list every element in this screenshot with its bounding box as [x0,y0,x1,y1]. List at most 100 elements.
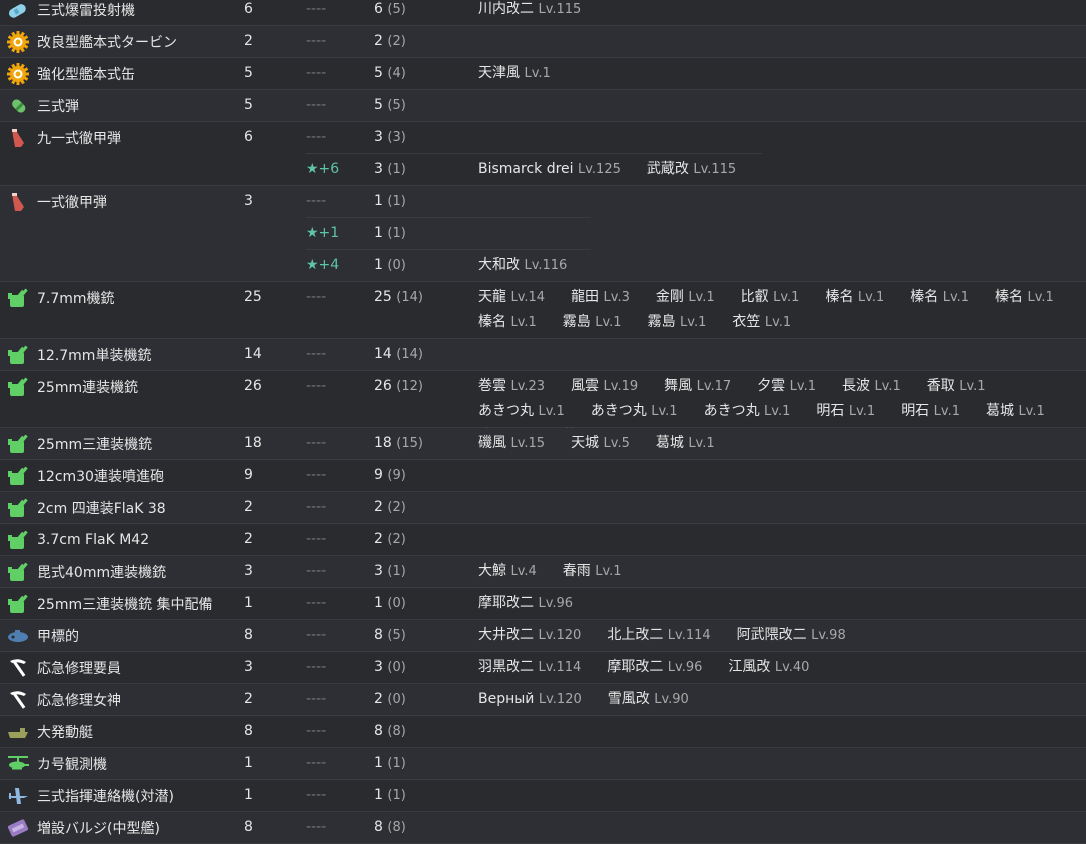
ship-name: 大和改 [478,257,520,273]
equipment-total: 1 [244,595,253,611]
equipment-total: 26 [244,378,262,394]
ship-level: Lv.114 [667,628,711,643]
ship-entry[interactable]: 比叡 Lv.1 [741,288,800,307]
equipment-row[interactable]: 25mm連装機銃 26 ---- 26 (12) 巻雲 Lv.23 風雲 Lv.19 舞風 … [0,371,1086,444]
ship-entry[interactable]: 葛城 Lv.1 [656,434,715,453]
equipment-name: 応急修理要員 [6,652,121,683]
count-total: 1 [374,225,383,241]
improvement-row: ---- 5 (4) 天津風 Lv.1 [306,58,1086,89]
ship-entry[interactable]: 香取 Lv.1 [927,377,986,396]
ship-entry[interactable]: 衣笠 Lv.1 [732,313,791,332]
ship-entry[interactable]: 摩耶改二 Lv.96 [478,594,573,613]
ship-entry[interactable]: 榛名 Lv.1 [995,288,1054,307]
improvement-rows: ---- 26 (12) 巻雲 Lv.23 風雲 Lv.19 舞風 Lv.17 夕雲 Lv… [0,371,1086,444]
ship-entry[interactable]: 明石 Lv.1 [901,402,960,421]
ship-entry[interactable]: 榛名 Lv.1 [825,288,884,307]
ship-entry[interactable]: あきつ丸 Lv.1 [591,402,678,421]
ship-entry[interactable]: 天龍 Lv.14 [478,288,545,307]
ship-entry[interactable]: 春雨 Lv.1 [563,562,622,581]
aa-gun-icon [6,560,37,584]
ship-level: Lv.125 [578,162,621,177]
improvement-rows: ---- 8 (5) 大井改二 Lv.120 北上改二 Lv.114 阿武隈改二 Lv.… [0,620,1086,651]
equipment-row[interactable]: 毘式40mm連装機銃 3 ---- 3 (1) 大鯨 Lv.4 春雨 Lv.1 [0,556,1086,588]
ship-entry[interactable]: 霧島 Lv.1 [648,313,707,332]
ship-entry[interactable]: 大鯨 Lv.4 [478,562,537,581]
equipment-name-label: 三式爆雷投射機 [37,2,135,19]
equipment-row[interactable]: 三式爆雷投射機 6 ---- 6 (5) 川内改二 Lv.115 [0,0,1086,26]
equipment-count: 2 (2) [374,524,406,555]
improvement-row: ---- 6 (5) 川内改二 Lv.115 [306,0,1086,25]
equipment-row[interactable]: 12.7mm単装機銃 14 ---- 14 (14) [0,339,1086,371]
ship-entry[interactable]: 夕雲 Lv.1 [757,377,816,396]
ship-entry[interactable]: 大井改二 Lv.120 [478,626,581,645]
ship-level: Lv.1 [524,66,551,81]
ship-entry[interactable]: 榛名 Lv.1 [910,288,969,307]
ship-entry[interactable]: 摩耶改二 Lv.96 [607,658,702,677]
ship-entry[interactable]: 霧島 Lv.1 [563,313,622,332]
ship-entry[interactable]: 金剛 Lv.1 [656,288,715,307]
count-total: 3 [374,659,383,675]
ship-entry[interactable]: 天津風 Lv.1 [478,64,551,83]
equipment-count: 26 (12) [374,371,423,402]
equipment-row[interactable]: カ号観測機 1 ---- 1 (1) [0,748,1086,780]
equipment-total: 6 [244,129,253,145]
equipment-table: 三式爆雷投射機 6 ---- 6 (5) 川内改二 Lv.115 改良型艦本式タービン 2-… [0,0,1086,844]
equipment-row[interactable]: 応急修理女神 2 ---- 2 (0) Верный Lv.120 雪風改 Lv.90 [0,684,1086,716]
improvement-rows: ---- 2 (0) Верный Lv.120 雪風改 Lv.90 [0,684,1086,715]
ship-entry[interactable]: 舞風 Lv.17 [664,377,731,396]
improvement-row: ---- 1 (1) [306,748,1086,779]
equipment-row[interactable]: 大発動艇 8 ---- 8 (8) [0,716,1086,748]
ship-entry[interactable]: 北上改二 Lv.114 [607,626,710,645]
ship-entry[interactable]: 江風改 Lv.40 [728,658,809,677]
ship-entry[interactable]: 川内改二 Lv.115 [478,0,581,19]
ship-entry[interactable]: Верный Lv.120 [478,690,582,709]
improvement-rows: ---- 18 (15) 磯風 Lv.15 天城 Lv.5 葛城 Lv.1 [0,428,1086,459]
ship-level: Lv.1 [764,315,792,330]
equipment-row[interactable]: 三式弾 5 ---- 5 (5) [0,90,1086,122]
count-total: 8 [374,819,383,835]
ship-entry[interactable]: 葛城 Lv.1 [986,402,1045,421]
ship-entry[interactable]: 天城 Lv.5 [571,434,630,453]
ship-name: 香取 [926,378,955,394]
ship-entry[interactable]: あきつ丸 Lv.1 [478,402,565,421]
landing-craft-icon [6,720,37,744]
ship-entry[interactable]: 武蔵改 Lv.115 [647,160,736,179]
equipment-row[interactable]: 25mm三連装機銃 集中配備 1 ---- 1 (0) 摩耶改二 Lv.96 [0,588,1086,620]
ship-level: Lv.120 [538,628,582,643]
ship-entry[interactable]: 明石 Lv.1 [816,402,875,421]
ship-entry[interactable]: 巻雲 Lv.23 [478,377,545,396]
equipment-row[interactable]: 7.7mm機銃 25 ---- 25 (14) 天龍 Lv.14 龍田 Lv.3 金剛 Lv… [0,282,1086,339]
ship-entry[interactable]: 雪風改 Lv.90 [608,690,689,709]
equipment-row[interactable]: 2cm 四連装FlaK 38 2 ---- 2 (2) [0,492,1086,524]
ship-entry[interactable]: 風雲 Lv.19 [571,377,638,396]
equipment-row[interactable]: 応急修理要員 3 ---- 3 (0) 羽黒改二 Lv.114 摩耶改二 Lv.96 江風改… [0,652,1086,684]
equipment-count: 2 (2) [374,26,406,57]
equipment-row[interactable]: 3.7cm FlaK M42 2 ---- 2 (2) [0,524,1086,556]
ship-name: 金剛 [655,289,684,305]
ship-level: Lv.40 [774,660,810,675]
equipment-row[interactable]: 三式指揮連絡機(対潜) 1 ---- 1 (1) [0,780,1086,812]
count-unused: (2) [387,500,406,515]
equipment-row[interactable]: 12cm30連装噴進砲 9 ---- 9 (9) [0,460,1086,492]
ship-entry[interactable]: 羽黒改二 Lv.114 [478,658,581,677]
ship-name: あきつ丸 [703,403,760,419]
ship-entry[interactable]: 磯風 Lv.15 [478,434,545,453]
equipment-row[interactable]: 一式徹甲弾 3 ---- 1 (1) ★+1 1 (1) ★+4 1 (0) 大和改 Lv.11… [0,186,1086,282]
ship-entry[interactable]: あきつ丸 Lv.1 [704,402,791,421]
equipment-row[interactable]: 25mm三連装機銃 18 ---- 18 (15) 磯風 Lv.15 天城 Lv.5 葛城 … [0,428,1086,460]
ship-entry[interactable]: 榛名 Lv.1 [478,313,537,332]
ship-entry[interactable]: 大和改 Lv.116 [478,256,567,275]
equipment-row[interactable]: 増設バルジ(中型艦) 8 ---- 8 (8) [0,812,1086,844]
equipment-count: 1 (1) [374,218,406,249]
equipment-row[interactable]: 強化型艦本式缶 5 ---- 5 (4) 天津風 Lv.1 [0,58,1086,90]
equipment-row[interactable]: 甲標的 8 ---- 8 (5) 大井改二 Lv.120 北上改二 Lv.114 阿武隈改二… [0,620,1086,652]
equipment-name-label: 応急修理要員 [37,660,121,677]
ship-entry[interactable]: Bismarck drei Lv.125 [478,160,621,179]
equipment-row[interactable]: 九一式徹甲弾 6 ---- 3 (3) ★+6 3 (1) Bismarck drei Lv… [0,122,1086,186]
ship-entry[interactable]: 阿武隈改二 Lv.98 [737,626,846,645]
ship-entry[interactable]: 龍田 Lv.3 [571,288,630,307]
ship-entry[interactable]: 長波 Lv.1 [842,377,901,396]
equipment-count: 8 (5) [374,620,406,651]
equipment-row[interactable]: 改良型艦本式タービン 2 ---- 2 (2) [0,26,1086,58]
ship-level: Lv.114 [538,660,582,675]
